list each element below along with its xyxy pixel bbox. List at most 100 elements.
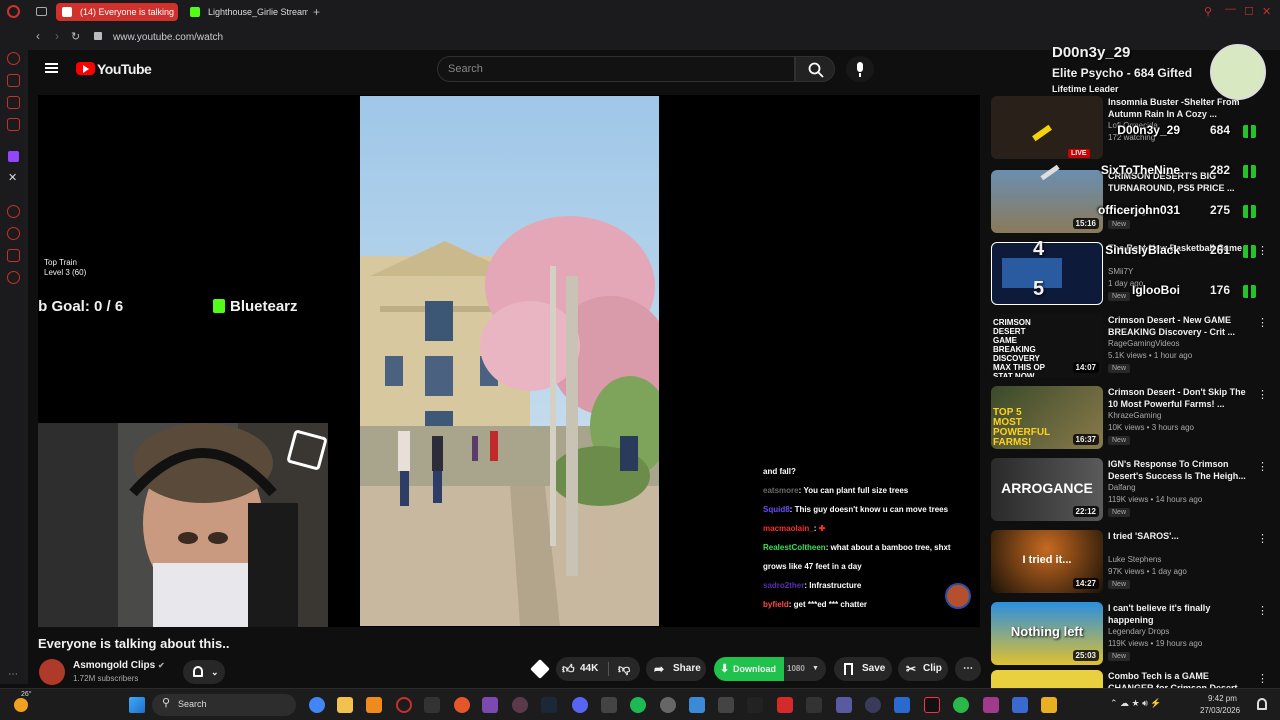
channel-avatar[interactable] — [39, 659, 65, 685]
app-icon[interactable] — [806, 697, 822, 713]
video-options-icon[interactable]: ⋮ — [1257, 532, 1268, 545]
spotify-icon[interactable] — [630, 697, 646, 713]
tab-switcher-icon[interactable] — [36, 7, 47, 16]
sidebar-aria-icon[interactable] — [7, 74, 20, 87]
ai-sparkle-icon[interactable] — [530, 659, 550, 679]
discord-icon[interactable] — [572, 697, 588, 713]
maximize-icon[interactable]: ☐ — [1244, 5, 1254, 18]
video-player[interactable]: Top Train Level 3 (60) Sub Goal: 0 / 6 B… — [38, 95, 980, 627]
thumbnail-text: ARROGANCE — [1001, 480, 1093, 496]
app-icon[interactable] — [512, 697, 528, 713]
app-icon[interactable] — [601, 697, 617, 713]
app-icon[interactable] — [1012, 697, 1028, 713]
dislike-button[interactable]: 👎︎ — [612, 657, 638, 681]
chrome-icon[interactable] — [309, 697, 325, 713]
search-button[interactable] — [795, 56, 835, 82]
related-video-item[interactable]: Combo Tech is a GAME CHANGER for Crimson… — [991, 670, 1276, 688]
related-video-item[interactable]: ARROGANCE 22:12 IGN's Response To Crimso… — [991, 458, 1276, 526]
back-icon[interactable]: ‹ — [36, 29, 40, 43]
app-icon[interactable] — [836, 697, 852, 713]
firefox-icon[interactable] — [454, 697, 470, 713]
system-tray[interactable]: ⌃ ☁ ★ 🔊︎ ⚡ — [1110, 698, 1200, 712]
subscribed-button[interactable]: ⌄ — [183, 660, 225, 684]
save-button[interactable]: Save — [834, 657, 892, 681]
quality-select[interactable]: 1080 — [787, 657, 805, 681]
clock-time[interactable]: 9:42 pm — [1208, 694, 1237, 703]
related-video-channel: RageGamingVideos — [1108, 339, 1180, 348]
search-input[interactable]: Search — [437, 56, 795, 82]
app-icon[interactable] — [747, 697, 763, 713]
video-duration: 14:07 — [1072, 362, 1099, 373]
like-button[interactable]: 👍︎ 44K — [556, 657, 606, 681]
related-video-item[interactable]: CRIMSON DESERT GAME BREAKING DISCOVERY M… — [991, 314, 1276, 382]
app-icon[interactable] — [482, 697, 498, 713]
close-icon[interactable]: ✕ — [1262, 5, 1271, 18]
menu-icon[interactable] — [45, 63, 58, 73]
app-icon[interactable] — [718, 697, 734, 713]
channel-name[interactable]: Asmongold Clips ✔ — [73, 660, 165, 671]
sidebar-twitch-icon[interactable] — [8, 151, 19, 162]
tab-youtube[interactable]: (14) Everyone is talking — [56, 3, 178, 21]
share-button[interactable]: ➦ Share — [646, 657, 706, 681]
video-options-icon[interactable]: ⋮ — [1257, 316, 1268, 329]
tab-kick[interactable]: Lighthouse_Girlie Stream - — [184, 3, 308, 21]
video-options-icon[interactable]: ⋮ — [1257, 672, 1268, 685]
sidebar-player-icon[interactable] — [7, 205, 20, 218]
sidebar-messenger-icon[interactable] — [7, 96, 20, 109]
app-icon[interactable] — [953, 697, 969, 713]
share-label: Share — [673, 663, 701, 674]
vlc-icon[interactable] — [366, 697, 382, 713]
search-tabs-icon[interactable]: ⚲ — [1204, 5, 1212, 18]
related-video-meta: 119K views • 19 hours ago — [1108, 639, 1203, 648]
video-options-icon[interactable]: ⋮ — [1257, 460, 1268, 473]
chat-text: Infrastructure — [809, 581, 862, 590]
related-video-item[interactable]: I tried it... 14:27 I tried 'SAROS'... L… — [991, 530, 1276, 598]
chat-message: eatsmore: You can plant full size trees — [763, 486, 909, 495]
steam-icon[interactable] — [541, 697, 557, 713]
download-button[interactable]: ⬇ Download 1080 ▼ — [714, 657, 826, 681]
leaderboard-overlay: D00n3y_29 Elite Psycho - 684 Gifted Life… — [1030, 36, 1280, 301]
app-icon[interactable] — [660, 697, 676, 713]
share-icon: ➦ — [654, 662, 665, 676]
app-icon[interactable] — [1041, 697, 1057, 713]
clip-button[interactable]: ✂ Clip — [898, 657, 948, 681]
notification-icon[interactable] — [1257, 698, 1267, 710]
reload-icon[interactable]: ↻ — [71, 30, 80, 43]
video-duration: 25:03 — [1072, 650, 1099, 661]
minimize-icon[interactable]: — — [1225, 3, 1236, 15]
app-icon[interactable] — [424, 697, 440, 713]
start-button[interactable] — [129, 697, 145, 713]
taskbar-search-label: Search — [178, 699, 207, 709]
related-video-item[interactable]: TOP 5 MOST POWERFUL FARMS! 16:37 Crimson… — [991, 386, 1276, 454]
sidebar-download-icon[interactable] — [7, 249, 20, 262]
app-icon[interactable] — [894, 697, 910, 713]
opera-logo-icon[interactable] — [7, 5, 20, 18]
clock-date[interactable]: 27/03/2026 — [1200, 706, 1240, 715]
quality-dropdown-icon[interactable]: ▼ — [812, 657, 819, 681]
more-actions-button[interactable]: ⋯ — [955, 657, 981, 681]
video-options-icon[interactable]: ⋮ — [1257, 604, 1268, 617]
taskbar-search[interactable]: ⚲ Search — [152, 694, 296, 716]
app-icon[interactable] — [777, 697, 793, 713]
app-icon[interactable] — [689, 697, 705, 713]
voice-search-button[interactable] — [846, 56, 874, 82]
sidebar-clock-icon[interactable] — [7, 227, 20, 240]
forward-icon[interactable]: › — [55, 29, 59, 43]
opera-gx-icon[interactable] — [396, 697, 412, 713]
sidebar-settings-icon[interactable] — [7, 271, 20, 284]
sidebar-history-icon[interactable] — [7, 52, 20, 65]
app-icon[interactable] — [983, 697, 999, 713]
sidebar-x-icon[interactable]: ✕ — [8, 171, 17, 184]
gift-icon — [1243, 165, 1256, 178]
sidebar-more-icon[interactable]: ⋯ — [8, 669, 18, 680]
weather-icon[interactable] — [14, 698, 28, 712]
file-explorer-icon[interactable] — [337, 697, 353, 713]
new-tab-button[interactable]: + — [313, 5, 320, 19]
related-video-item[interactable]: Nothing left 25:03 I can't believe it's … — [991, 602, 1276, 670]
sidebar-mail-icon[interactable] — [7, 118, 20, 131]
tiktok-icon[interactable] — [924, 697, 940, 713]
chat-username: RealestColtheen — [763, 543, 826, 552]
url-text[interactable]: www.youtube.com/watch — [113, 32, 223, 43]
video-options-icon[interactable]: ⋮ — [1257, 388, 1268, 401]
app-icon[interactable] — [865, 697, 881, 713]
